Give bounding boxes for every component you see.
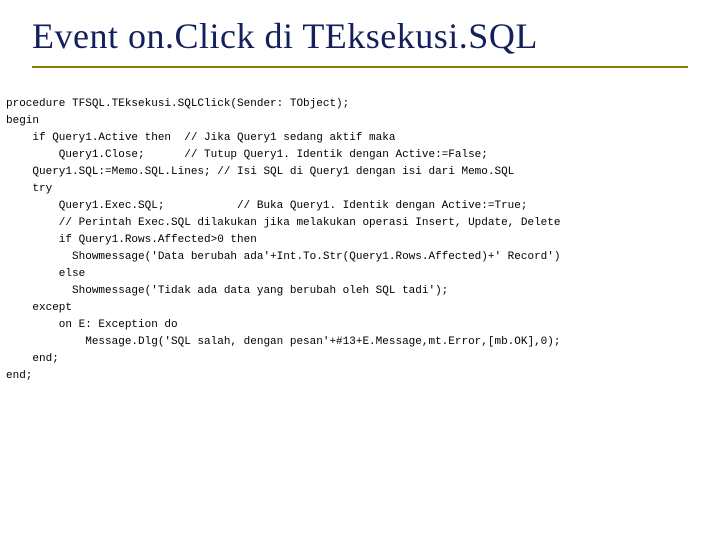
code-block: procedure TFSQL.TEksekusi.SQLClick(Sende…: [6, 96, 708, 385]
title-underline: [32, 66, 688, 68]
slide-title: Event on.Click di TEksekusi.SQL: [32, 18, 688, 56]
title-wrap: Event on.Click di TEksekusi.SQL: [12, 18, 708, 68]
slide: Event on.Click di TEksekusi.SQL procedur…: [0, 0, 720, 540]
